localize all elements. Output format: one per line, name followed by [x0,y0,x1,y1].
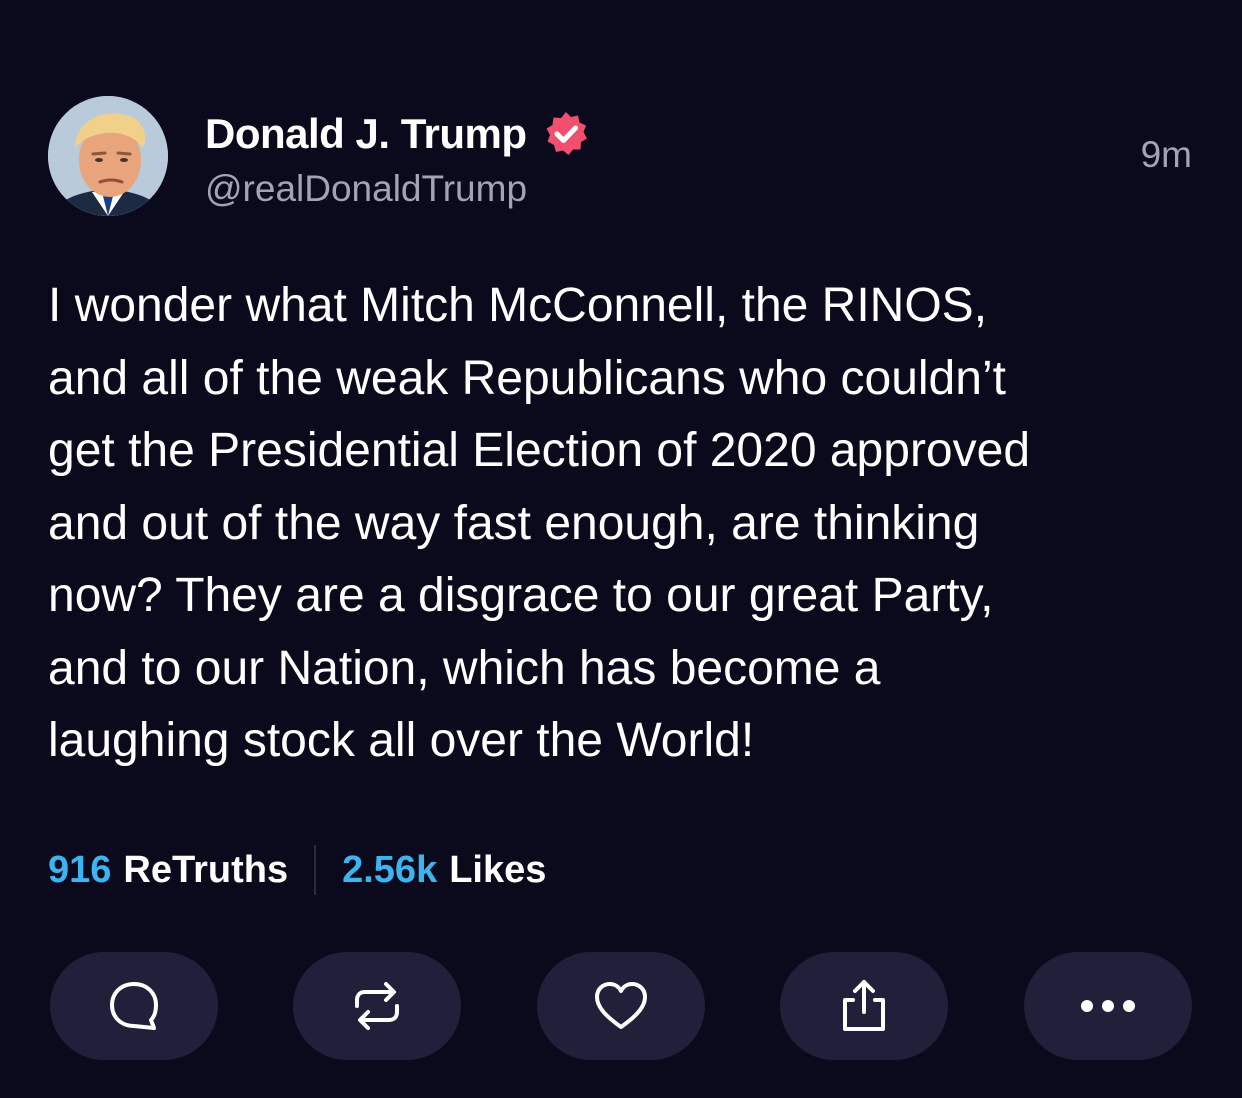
likes-stat[interactable]: 2.56k Likes [342,849,546,892]
more-button[interactable] [1024,952,1192,1060]
avatar[interactable] [48,96,168,216]
retruths-count: 916 [48,848,112,891]
author-name-row: Donald J. Trump [205,106,591,162]
stats-divider [314,845,317,895]
profile-photo-icon [48,96,168,216]
retruths-stat[interactable]: 916 ReTruths [48,849,288,892]
post-body-text: I wonder what Mitch McConnell, the RINOS… [48,270,1198,778]
post-card: Donald J. Trump @realDonaldTrump 9m I wo… [0,0,1242,1098]
action-bar [50,952,1192,1060]
comment-icon [110,982,158,1030]
post-stats: 916 ReTruths 2.56k Likes [48,842,546,898]
retruth-button[interactable] [293,952,461,1060]
retruths-label: ReTruths [123,848,289,891]
author-display-name[interactable]: Donald J. Trump [205,110,527,158]
likes-count: 2.56k [342,848,438,891]
post-body-line: and to our Nation, which has become a [48,641,881,695]
repost-icon [355,982,399,1030]
like-button[interactable] [537,952,705,1060]
post-body-line: I wonder what Mitch McConnell, the RINOS… [48,279,988,332]
post-body-line: and out of the way fast enough, are thin… [48,496,980,550]
author-handle[interactable]: @realDonaldTrump [205,168,527,210]
verified-badge-icon [546,112,587,155]
post-timestamp[interactable]: 9m [1141,134,1192,176]
share-button[interactable] [780,952,948,1060]
likes-label: Likes [449,848,547,891]
more-icon [1081,1000,1135,1012]
post-body-line: get the Presidential Election of 2020 ap… [48,424,1031,477]
post-body-line: laughing stock all over the World! [48,714,755,767]
share-icon [843,980,885,1031]
heart-icon [595,982,647,1029]
reply-button[interactable] [50,952,218,1060]
post-body-line: now? They are a disgrace to our great Pa… [48,569,994,622]
post-body-line: and all of the weak Republicans who coul… [48,351,1006,405]
